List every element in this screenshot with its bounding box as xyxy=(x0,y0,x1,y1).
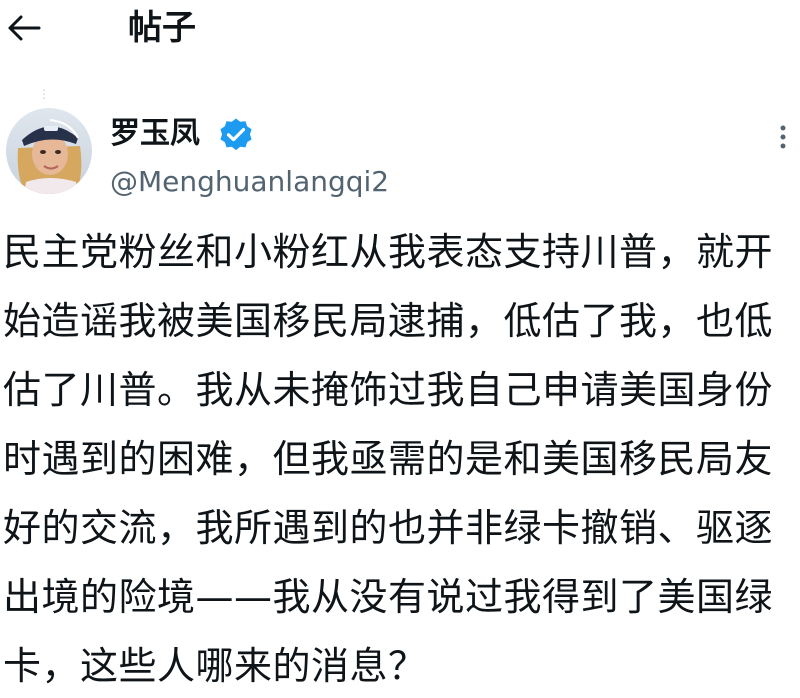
post-text-line: 估了川普。我从未掩饰过我自己申请美国身份 xyxy=(3,368,774,412)
author-name[interactable]: 罗玉凤 xyxy=(110,112,200,156)
arrow-left-icon xyxy=(8,15,41,41)
post-text-line: 始造谣我被美国移民局逮捕，低估了我，也低 xyxy=(3,299,774,343)
more-options-button[interactable] xyxy=(770,124,796,150)
faint-dot-icon: ⋮ xyxy=(38,87,50,101)
post-text-line: 卡，这些人哪来的消息？ xyxy=(3,644,427,688)
post-text-line: 好的交流，我所遇到的也并非绿卡撤销、驱逐 xyxy=(3,506,774,550)
back-button[interactable] xyxy=(4,8,44,48)
avatar[interactable] xyxy=(6,108,92,194)
verified-badge-icon xyxy=(218,117,254,153)
author-handle[interactable]: @Menghuanlangqi2 xyxy=(110,163,389,201)
post-text-line: 时遇到的困难，但我亟需的是和美国移民局友 xyxy=(3,437,774,481)
more-vertical-icon xyxy=(780,125,786,149)
post-text: 民主党粉丝和小粉红从我表态支持川普，就开 始造谣我被美国移民局逮捕，低估了我，也… xyxy=(0,218,800,698)
avatar-image xyxy=(6,108,92,194)
page-title: 帖子 xyxy=(128,8,196,48)
post-text-line: 民主党粉丝和小粉红从我表态支持川普，就开 xyxy=(3,230,774,274)
post-detail-page: 帖子 ⋮ 罗玉凤 @Menghuanlangqi2 民主党粉丝和小粉红从我表态支… xyxy=(0,0,800,698)
post-text-line: 出境的险境——我从没有说过我得到了美国绿 xyxy=(3,575,774,619)
top-bar: 帖子 xyxy=(0,0,800,60)
